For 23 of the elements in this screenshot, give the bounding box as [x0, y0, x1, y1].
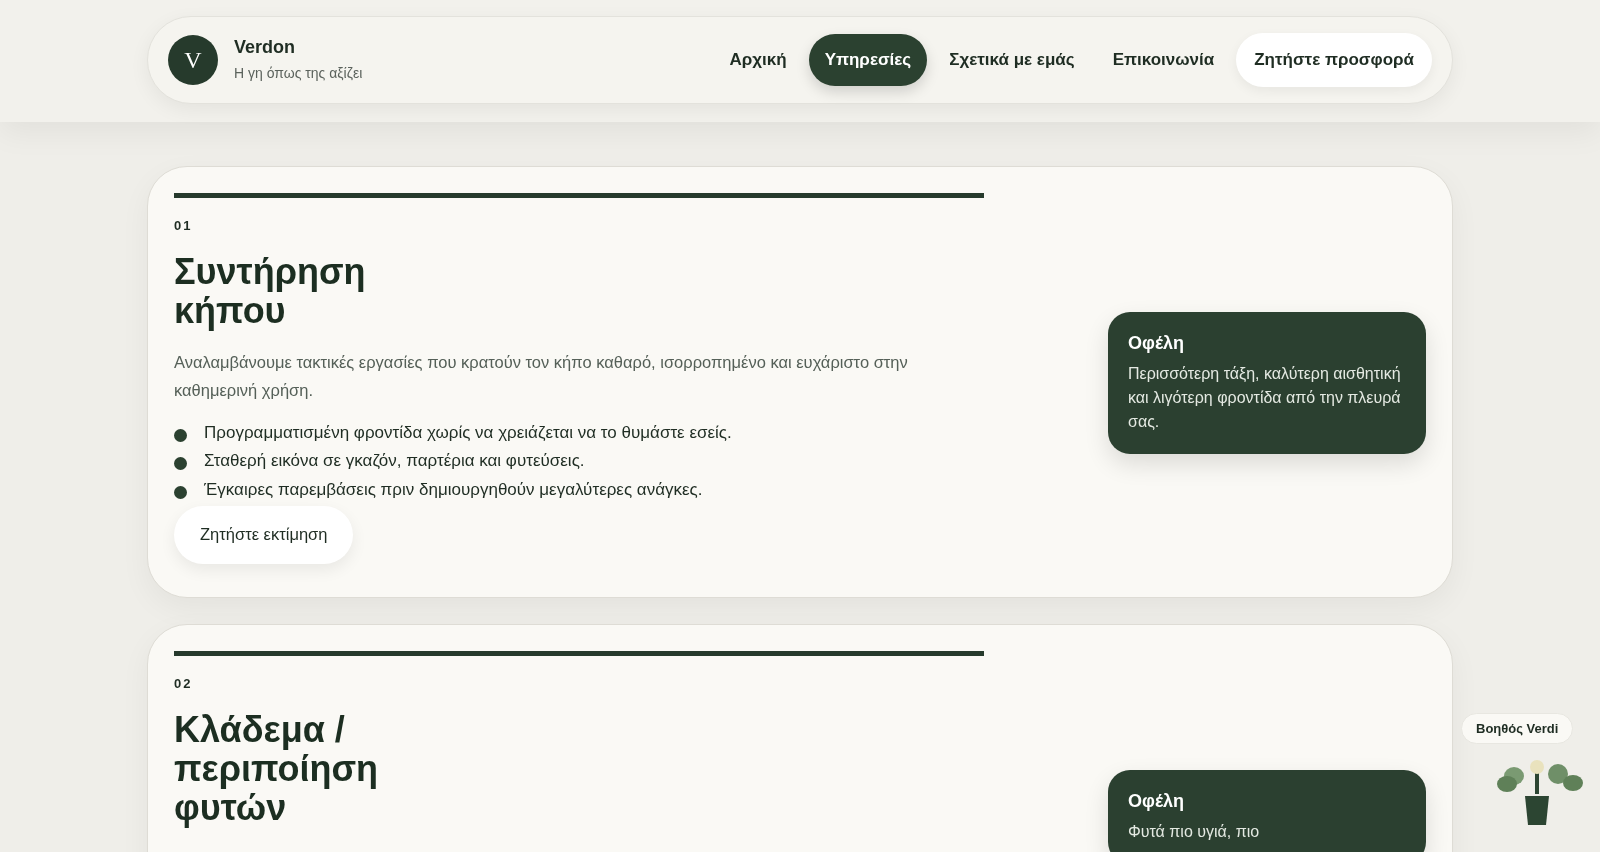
nav-tab[interactable]: Σχετικά με εμάς [933, 34, 1091, 86]
service-description: Αναλαμβάνουμε τακτικές εργασίες που κρατούν τον κήπο καθαρό, ισορροπημένο και ευχάριστο στην καθημερινή χρήση. [174, 352, 909, 401]
quote-button[interactable]: Ζητήστε προσφορά [1236, 33, 1432, 87]
nav-tab[interactable]: Υπηρεσίες [808, 34, 928, 86]
nav-tab[interactable]: Αρχική [713, 34, 803, 86]
service-number: 01 [174, 218, 194, 234]
service-title: Κλάδεμα / περιποίηση φυτών [174, 710, 380, 827]
bullet-text: Σταθερή εικόνα σε γκαζόν, παρτέρια και φυτεύσεις. [204, 450, 585, 472]
logo-badge[interactable]: V [168, 35, 218, 85]
bullet-text: Έγκαιρες παρεμβάσεις πριν δημιουργηθούν μεγαλύτερες ανάγκες. [204, 478, 703, 501]
benefit-title: Οφέλη [1128, 332, 1185, 355]
bullet-text: Προγραμματισμένη φροντίδα χωρίς να χρειάζεται να το θυμάστε εσείς. [204, 421, 732, 444]
benefit-text: Φυτά πιο υγιά, πιο [1128, 822, 1261, 842]
estimate-button[interactable]: Ζητήστε εκτίμηση [174, 505, 354, 564]
assistant-label[interactable]: Βοηθός Verdi [1461, 713, 1574, 744]
nav-tab[interactable]: Επικοινωνία [1096, 34, 1231, 86]
plant-pot-icon[interactable] [1497, 760, 1585, 828]
benefit-text: Περισσότερη τάξη, καλύτερη αισθητική και λιγότερη φροντίδα από την πλευρά σας. [1128, 364, 1402, 432]
service-title: Συντήρηση κήπου [174, 252, 367, 330]
brand-tagline: Η γη όπως της αξίζει [234, 64, 363, 83]
brand-name: Verdon [234, 36, 296, 59]
benefit-title: Οφέλη [1128, 790, 1185, 813]
service-number: 02 [174, 676, 194, 692]
